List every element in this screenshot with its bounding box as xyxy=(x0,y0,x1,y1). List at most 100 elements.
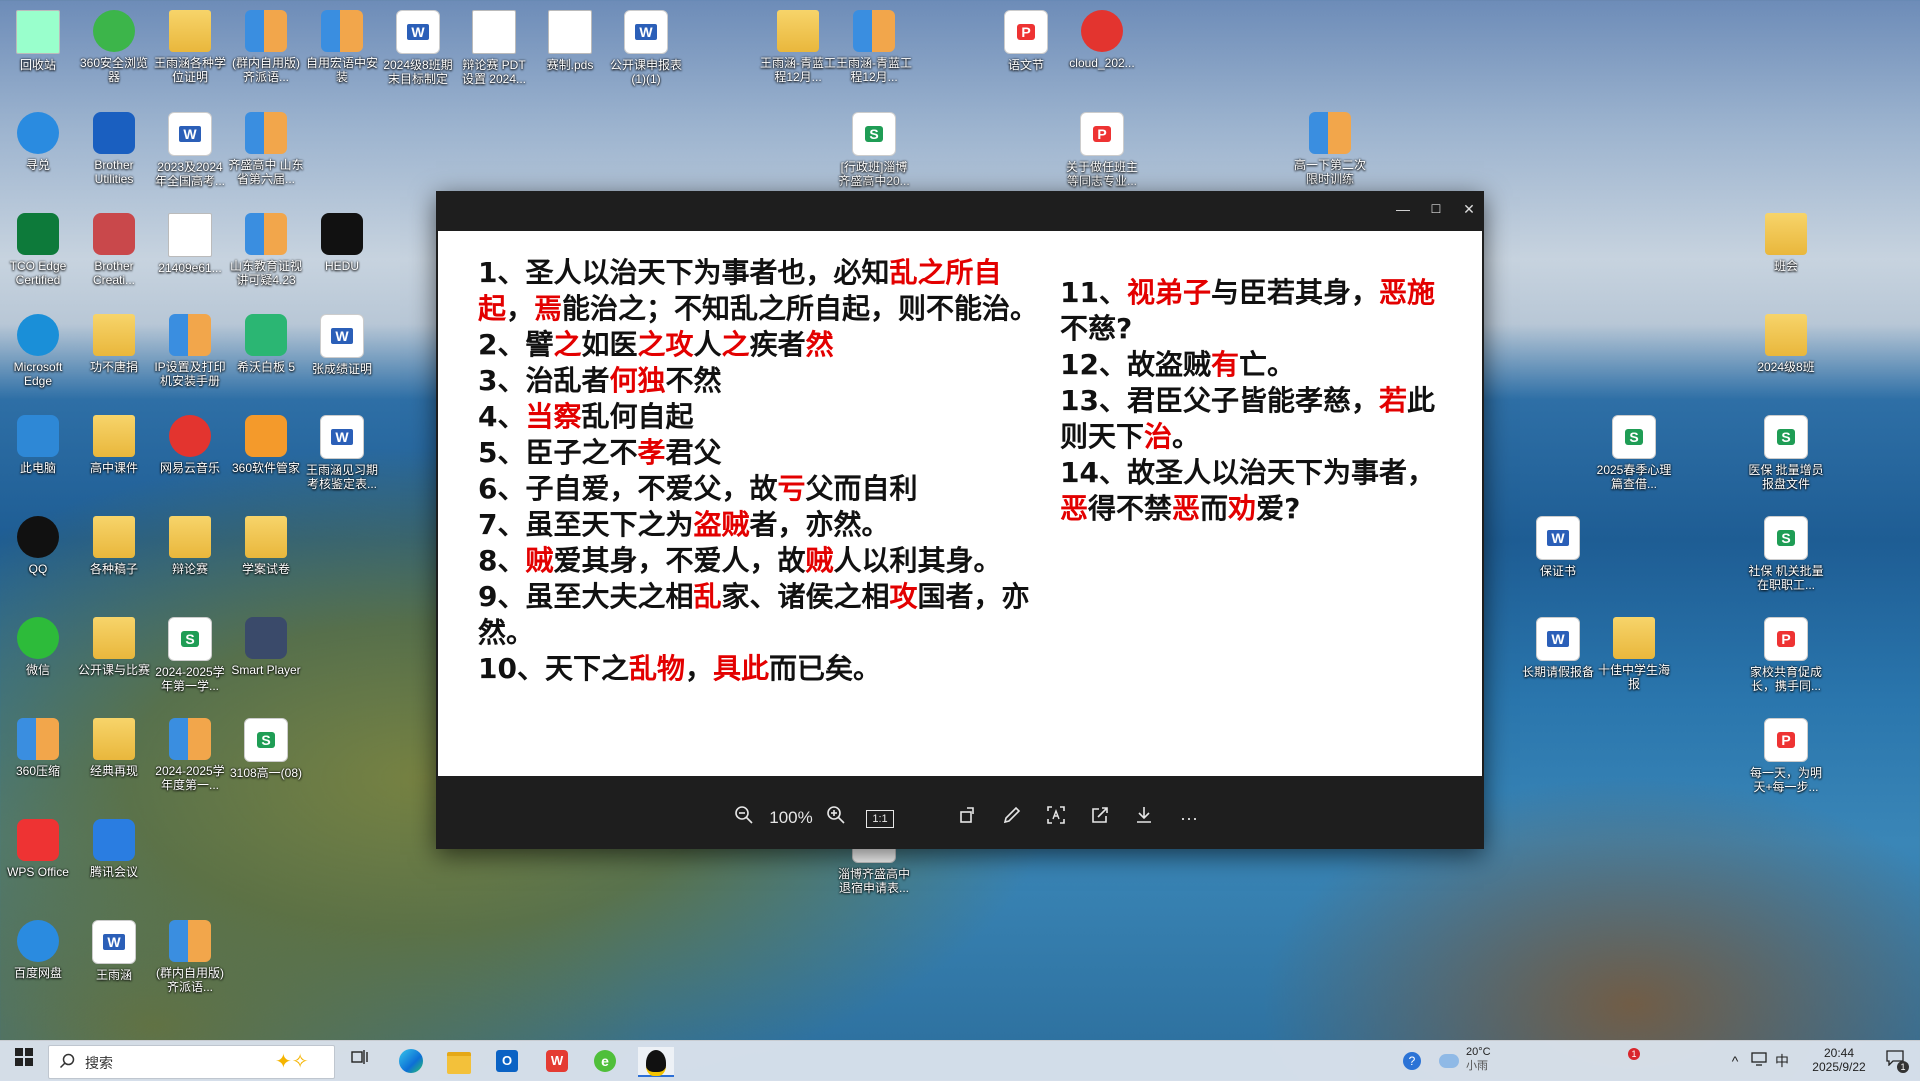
zip-icon xyxy=(169,718,211,760)
desktop-icon[interactable]: 百度网盘 xyxy=(0,916,76,980)
desktop-icon[interactable]: 每一天，为明天+每一步... xyxy=(1748,714,1824,794)
desktop-icon[interactable]: (群内自用版) 齐派语... xyxy=(228,6,304,84)
outlook-icon[interactable]: O xyxy=(492,1047,522,1075)
zoom-level[interactable]: 100% xyxy=(766,805,816,831)
desktop-icon[interactable]: 十佳中学生海报 xyxy=(1596,613,1672,691)
desktop-icon[interactable]: 2024-2025学年度第一... xyxy=(152,714,228,792)
viewer-titlebar[interactable]: — ☐ ✕ xyxy=(436,191,1484,230)
desktop-icon[interactable]: Brother Creati... xyxy=(76,209,152,287)
desktop-icon[interactable]: 经典再现 xyxy=(76,714,152,778)
weather-icon[interactable] xyxy=(1436,1047,1462,1075)
desktop-icon[interactable]: 医保 批量增员报盘文件 xyxy=(1748,411,1824,491)
rotate-icon[interactable] xyxy=(956,805,980,831)
desktop-icon[interactable]: 王雨涵-青蓝工程12月... xyxy=(836,6,912,84)
desktop-icon[interactable]: 网易云音乐 xyxy=(152,411,228,475)
desktop-icon[interactable]: 2024-2025学年第一学... xyxy=(152,613,228,693)
desktop-icon[interactable]: 高中课件 xyxy=(76,411,152,475)
help-icon[interactable]: ? xyxy=(1400,1047,1424,1075)
desktop-icon[interactable]: 辩论赛 PDT 设置 2024... xyxy=(456,6,532,86)
desktop-icon[interactable]: 回收站 xyxy=(0,6,76,72)
desktop-icon[interactable]: 家校共育促成长，携手同... xyxy=(1748,613,1824,693)
desktop-icon[interactable]: 21409e61... xyxy=(152,209,228,275)
desktop-icon[interactable]: 公开课与比赛 xyxy=(76,613,152,677)
tray-badge[interactable]: 1 xyxy=(1628,1048,1640,1060)
network-icon[interactable] xyxy=(1748,1047,1770,1075)
desktop-icon[interactable]: Brother Utilities xyxy=(76,108,152,186)
desktop-icon[interactable]: TCO Edge Certified xyxy=(0,209,76,287)
desktop-icon[interactable]: 腾讯会议 xyxy=(76,815,152,879)
desktop-icon[interactable]: 希沃白板 5 xyxy=(228,310,304,374)
360-browser-icon[interactable]: e xyxy=(590,1047,620,1075)
desktop-icon[interactable]: 微信 xyxy=(0,613,76,677)
weather-temperature: 20°C xyxy=(1466,1046,1491,1058)
wps-icon[interactable]: W xyxy=(542,1047,572,1075)
desktop-icon[interactable]: 社保 机关批量在职职工... xyxy=(1748,512,1824,592)
ime-indicator[interactable]: 中 xyxy=(1772,1047,1792,1075)
desktop-icon[interactable]: 关于做任班主等同志专业... xyxy=(1064,108,1140,188)
desktop-icon-label: 此电脑 xyxy=(19,461,56,475)
zoom-in-icon[interactable] xyxy=(824,805,848,831)
task-view-icon[interactable] xyxy=(346,1047,374,1075)
zoom-out-icon[interactable] xyxy=(732,805,756,831)
desktop-icon[interactable]: HEDU xyxy=(304,209,380,273)
desktop-icon[interactable]: IP设置及打印机安装手册 xyxy=(152,310,228,388)
minimize-button[interactable]: — xyxy=(1388,199,1418,219)
desktop-icon[interactable]: cloud_202... xyxy=(1064,6,1140,70)
desktop-icon[interactable]: 辩论赛 xyxy=(152,512,228,576)
clock[interactable]: 20:44 2025/9/22 xyxy=(1798,1046,1880,1074)
round-icon xyxy=(17,314,59,356)
desktop-icon[interactable]: 保证书 xyxy=(1520,512,1596,578)
desktop-icon[interactable]: 学案试卷 xyxy=(228,512,304,576)
text-recognition-icon[interactable] xyxy=(1044,805,1068,831)
notification-icon[interactable]: 1 xyxy=(1880,1047,1910,1075)
desktop-icon[interactable]: 此电脑 xyxy=(0,411,76,475)
qq-taskbar-icon[interactable] xyxy=(638,1047,674,1077)
image-viewer-window[interactable]: — ☐ ✕ 1、圣人以治天下为事者也，必知乱之所自起，焉能治之；不知乱之所自起，… xyxy=(436,191,1484,849)
desktop-icon[interactable]: QQ xyxy=(0,512,76,576)
desktop-icon[interactable]: 各种稿子 xyxy=(76,512,152,576)
desktop-icon[interactable]: Smart Player xyxy=(228,613,304,677)
desktop-icon[interactable]: 3108高一(08) xyxy=(228,714,304,780)
desktop-icon[interactable]: 360安全浏览器 xyxy=(76,6,152,84)
file-explorer-icon[interactable] xyxy=(444,1047,474,1075)
desktop-icon[interactable]: 班会 xyxy=(1748,209,1824,273)
chevron-up-icon[interactable]: ^ xyxy=(1726,1047,1744,1075)
weather-widget[interactable]: 20°C 小雨 xyxy=(1466,1045,1516,1073)
desktop-icon[interactable]: 360软件管家 xyxy=(228,411,304,475)
desktop-icon[interactable]: 2025春季心理篇查借... xyxy=(1596,411,1672,491)
more-options-button[interactable]: ··· xyxy=(1174,805,1204,831)
share-icon[interactable] xyxy=(1088,805,1112,831)
desktop-icon[interactable]: 张成绩证明 xyxy=(304,310,380,376)
desktop-icon[interactable]: 公开课申报表(1)(1) xyxy=(608,6,684,86)
desktop-icon-label: 家校共育促成长，携手同... xyxy=(1749,665,1822,693)
edge-browser-icon[interactable] xyxy=(396,1047,426,1075)
desktop-icon[interactable]: 王雨涵各种学位证明 xyxy=(152,6,228,84)
desktop-icon[interactable]: 功不唐捐 xyxy=(76,310,152,374)
desktop-icon[interactable]: 王雨涵 xyxy=(76,916,152,982)
desktop-icon[interactable]: 齐盛高中 山东省第六届... xyxy=(228,108,304,186)
desktop-icon[interactable]: 2023及2024年全国高考... xyxy=(152,108,228,188)
desktop-icon[interactable]: 寻兑 xyxy=(0,108,76,172)
desktop-icon[interactable]: 山东教育证视讲可疑4.23 xyxy=(228,209,304,287)
desktop-icon[interactable]: 王雨涵-青蓝工程12月... xyxy=(760,6,836,84)
desktop-icon[interactable]: 长期请假报备 xyxy=(1520,613,1596,679)
desktop-icon[interactable]: 高一下第二次限时训练 xyxy=(1292,108,1368,186)
desktop-icon[interactable]: [行政班]淄博齐盛高中20... xyxy=(836,108,912,188)
desktop-icon[interactable]: 2024级8班 xyxy=(1748,310,1824,374)
desktop-icon[interactable]: WPS Office xyxy=(0,815,76,879)
desktop-icon[interactable]: (群内自用版) 齐派语... xyxy=(152,916,228,994)
close-button[interactable]: ✕ xyxy=(1454,199,1484,219)
taskbar-search-box[interactable]: 搜索 ✦✧ xyxy=(48,1045,335,1079)
desktop-icon[interactable]: 赛制.pds xyxy=(532,6,608,72)
start-button[interactable] xyxy=(10,1047,38,1075)
maximize-button[interactable]: ☐ xyxy=(1421,199,1451,219)
edit-pen-icon[interactable] xyxy=(1000,805,1024,831)
desktop-icon[interactable]: 自用宏语中安装 xyxy=(304,6,380,84)
desktop-icon[interactable]: 王雨涵见习期考核鉴定表... xyxy=(304,411,380,491)
desktop-icon[interactable]: 语文节 xyxy=(988,6,1064,72)
desktop-icon[interactable]: 2024级8班期末目标制定 xyxy=(380,6,456,86)
actual-size-button[interactable]: 1:1 xyxy=(866,810,894,828)
desktop-icon[interactable]: 360压缩 xyxy=(0,714,76,778)
desktop-icon[interactable]: Microsoft Edge xyxy=(0,310,76,388)
download-icon[interactable] xyxy=(1132,805,1156,831)
